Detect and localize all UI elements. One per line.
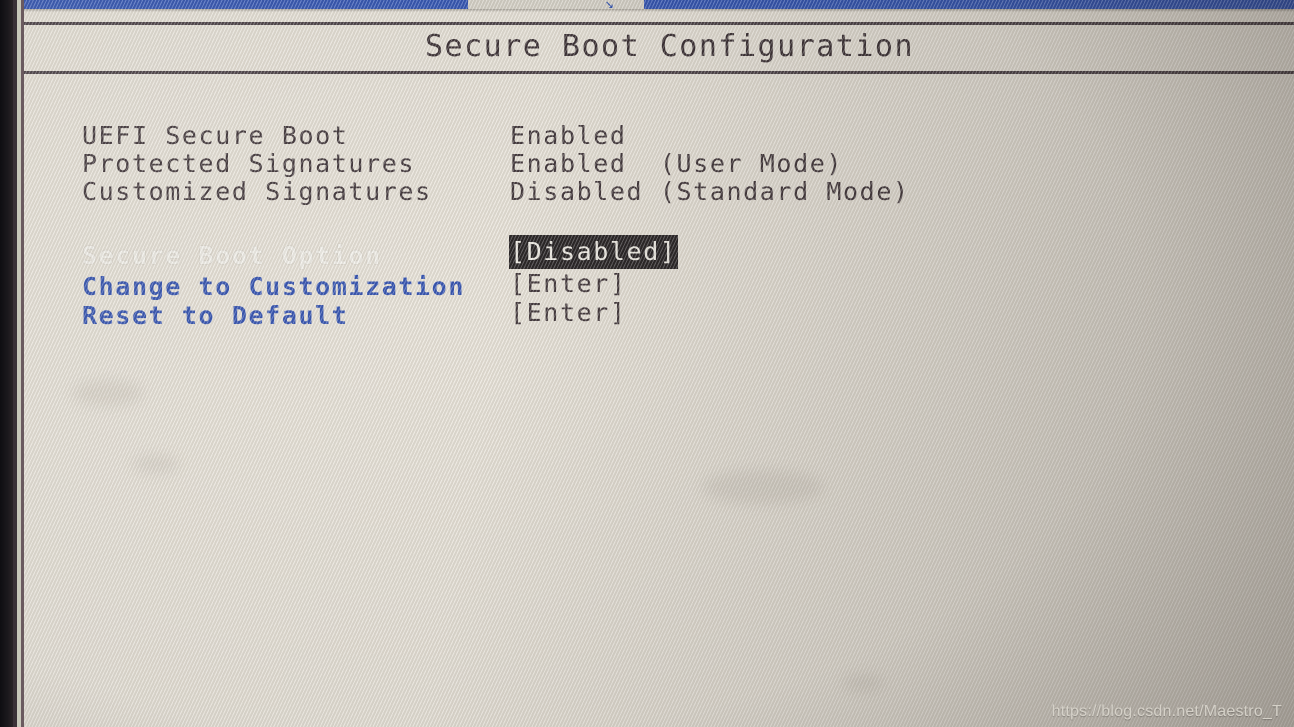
selected-value-highlight[interactable]: [Disabled] [510,236,677,268]
status-row-value-customized-signatures: Disabled (Standard Mode) [510,177,910,206]
status-row-label-protected-signatures: Protected Signatures [82,149,416,178]
status-row-value-protected-signatures: Enabled (User Mode) [510,149,844,178]
bezel-rail-inner [21,0,24,727]
status-row-value-uefi-secure-boot: Enabled [510,121,627,150]
menu-value-change-to-customization[interactable]: [Enter] [510,270,627,298]
menu-value-reset-to-default[interactable]: [Enter] [510,299,627,327]
photographed-monitor: ↘ Secure Boot Configuration UEFI Secure … [0,0,1294,727]
menu-item-secure-boot-option[interactable]: Secure Boot Option [82,242,382,270]
menu-value-secure-boot-option[interactable]: [Disabled] [510,236,677,268]
bios-screen: ↘ Secure Boot Configuration UEFI Secure … [13,0,1294,727]
monitor-bezel-left [0,0,13,727]
menu-item-change-to-customization[interactable]: Change to Customization [82,273,465,301]
status-row-label-uefi-secure-boot: UEFI Secure Boot [82,121,349,150]
settings-content: UEFI Secure Boot Enabled Protected Signa… [13,0,1294,727]
status-row-label-customized-signatures: Customized Signatures [82,177,432,206]
menu-item-reset-to-default[interactable]: Reset to Default [82,302,348,330]
blog-watermark: https://blog.csdn.net/Maestro_T [1051,703,1282,720]
